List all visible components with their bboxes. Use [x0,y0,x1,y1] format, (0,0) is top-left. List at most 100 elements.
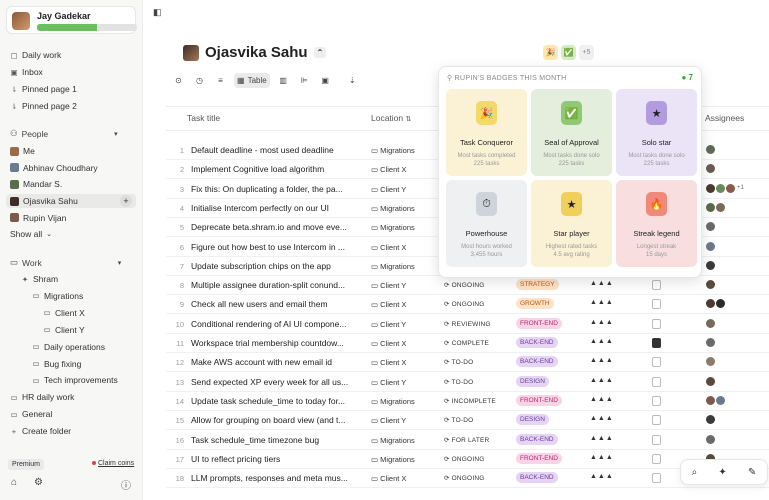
task-location[interactable]: ▭ Client X [371,300,406,309]
flag-icon[interactable] [652,434,661,445]
task-title[interactable]: Update task schedule_time to today for..… [191,396,356,406]
table-row[interactable]: 17 UI to reflect pricing tiers ▭ Migration… [166,450,769,469]
task-title[interactable]: Initialise Intercom perfectly on our UI [191,203,356,213]
table-row[interactable]: 18 LLM prompts, responses and meta mus...… [166,469,769,489]
flag-icon[interactable] [652,376,661,387]
compose-icon[interactable]: ✎ [748,467,756,478]
column-header-assignees[interactable]: Assignees [705,113,744,123]
status-badge[interactable]: ⟳ ONGOING [444,281,484,289]
task-location[interactable]: ▭ Client X [371,165,406,174]
tag-badge[interactable]: FRONT-END [516,452,562,464]
task-title[interactable]: Default deadline - most used deadline [191,145,356,155]
table-row[interactable]: 16 Task schedule_time timezone bug ▭ Migra… [166,431,769,450]
status-badge[interactable]: ⟳ TO-DO [444,358,473,366]
status-badge[interactable]: ⟳ REVIEWING [444,320,491,328]
priority-indicator[interactable]: ▲▲▲ [590,415,614,422]
user-card[interactable]: Jay Gadekar [6,6,137,34]
badge-card[interactable]: 🔥 Streak legend Longest streak 15 days [616,180,697,267]
badge-card[interactable]: ★ Solo star Most tasks done solo 225 tasks [616,89,697,176]
assignee-list[interactable] [706,376,715,386]
people-section-header[interactable]: ⚇ People ▾ [10,128,118,139]
assignee-list[interactable] [706,434,715,444]
status-badge[interactable]: ⟳ COMPLETE [444,339,489,347]
tag-badge[interactable]: BACK-END [516,337,558,348]
sidebar-item-person[interactable]: Rupin Vijan [10,211,66,225]
claim-coins-link[interactable]: Claim coins [92,460,134,467]
assignee-list[interactable] [706,357,715,367]
task-title[interactable]: Allow for grouping on board view (and t.… [191,415,356,425]
priority-indicator[interactable]: ▲▲▲ [590,396,614,403]
assignee-list[interactable] [706,415,715,425]
priority-indicator[interactable]: ▲▲▲ [590,299,614,306]
tag-badge[interactable]: STRATEGY [516,279,559,291]
ai-sparkle-icon[interactable]: ✦ [718,467,726,478]
assignee-list[interactable] [706,299,725,309]
assignee-list[interactable] [706,260,715,270]
sidebar-item[interactable]: ⇂ Pinned page 2 [10,99,77,113]
task-title[interactable]: Make AWS account with new email id [191,357,356,367]
badge-card[interactable]: ⏱ Powerhouse Most hours worked 3,455 hours [446,180,527,267]
sidebar-item[interactable]: ▣ Inbox [10,65,42,79]
flag-icon[interactable] [652,280,661,291]
tag-badge[interactable]: FRONT-END [516,317,562,329]
table-row[interactable]: 12 Make AWS account with new email id ▭ Cl… [166,353,769,373]
priority-indicator[interactable]: ▲▲▲ [590,280,614,287]
status-badge[interactable]: ⟳ TO-DO [444,416,473,424]
assignee-list[interactable] [706,222,715,232]
sidebar-toggle-icon[interactable]: ◧ [153,7,162,18]
tag-badge[interactable]: BACK-END [516,433,558,445]
sidebar-item-work[interactable]: ▭ Daily operations [32,340,105,354]
task-title[interactable]: Multiple assignee duration-split conund.… [191,280,356,290]
search-icon[interactable]: ⌕ [692,467,698,478]
sidebar-item-work[interactable]: ▭ Client Y [43,323,84,337]
sidebar-item-work[interactable]: ▭ Client X [43,306,84,320]
calendar-view-icon[interactable]: ▣ [318,73,333,88]
gear-icon[interactable]: ⚙ [34,477,43,488]
work-section-header[interactable]: ▭ Work ▾ [10,257,121,268]
flag-icon[interactable] [652,299,661,310]
flag-icon[interactable] [652,338,661,348]
status-badge[interactable]: ⟳ FOR LATER [444,436,489,444]
task-location[interactable]: ▭ Client X [371,358,406,367]
priority-indicator[interactable]: ▲▲▲ [590,435,614,442]
assignee-list[interactable]: +1 [706,183,744,193]
status-badge[interactable]: ⟳ ONGOING [444,474,484,482]
table-row[interactable]: 9 Check all new users and email them ▭ Cli… [166,295,769,315]
priority-indicator[interactable]: ▲▲▲ [590,454,614,461]
add-person-button[interactable]: + [120,195,132,208]
table-row[interactable]: 8 Multiple assignee duration-split conund… [166,276,769,296]
task-location[interactable]: ▭ Client X [371,243,406,252]
task-title[interactable]: Deprecate beta.shram.io and move eve... [191,222,356,232]
sidebar-item-person[interactable]: Mandar S. [10,177,62,191]
status-badge[interactable]: ⟳ TO-DO [444,378,473,386]
sidebar-item-work[interactable]: ▭ Bug fixing [32,357,81,371]
assignee-list[interactable] [706,338,715,347]
sidebar-item[interactable]: ▢ Daily work [10,48,61,62]
tag-badge[interactable]: BACK-END [516,472,558,484]
column-header-task[interactable]: Task title [187,113,220,123]
tag-badge[interactable]: FRONT-END [516,394,562,406]
help-icon[interactable]: ⓘ [121,477,131,492]
filter-icon[interactable]: ⊙ [171,73,186,88]
assignee-list[interactable] [706,280,715,290]
table-row[interactable]: 13 Send expected XP every week for all us… [166,373,769,392]
timeline-view-icon[interactable]: ⊫ [297,73,312,88]
clock-icon[interactable]: ◷ [192,73,207,88]
status-badge[interactable]: ⟳ ONGOING [444,300,484,308]
task-location[interactable]: ▭ Client Y [371,320,406,329]
assignee-list[interactable] [706,202,725,212]
flag-icon[interactable] [652,453,661,464]
task-title[interactable]: Conditional rendering of AI UI compone..… [191,319,356,329]
task-location[interactable]: ▭ Migrations [371,397,415,406]
task-title[interactable]: Figure out how best to use Intercom in .… [191,242,356,252]
priority-indicator[interactable]: ▲▲▲ [590,357,614,364]
sidebar-item-work[interactable]: ✦ Shram [21,272,58,286]
priority-indicator[interactable]: ▲▲▲ [590,473,614,480]
task-location[interactable]: ▭ Migrations [371,223,415,232]
task-location[interactable]: ▭ Client Y [371,185,406,194]
task-title[interactable]: Update subscription chips on the app [191,261,356,271]
task-location[interactable]: ▭ Client Y [371,416,406,425]
assignee-list[interactable] [706,164,715,174]
assignee-list[interactable] [706,241,715,251]
task-location[interactable]: ▭ Migrations [371,262,415,271]
